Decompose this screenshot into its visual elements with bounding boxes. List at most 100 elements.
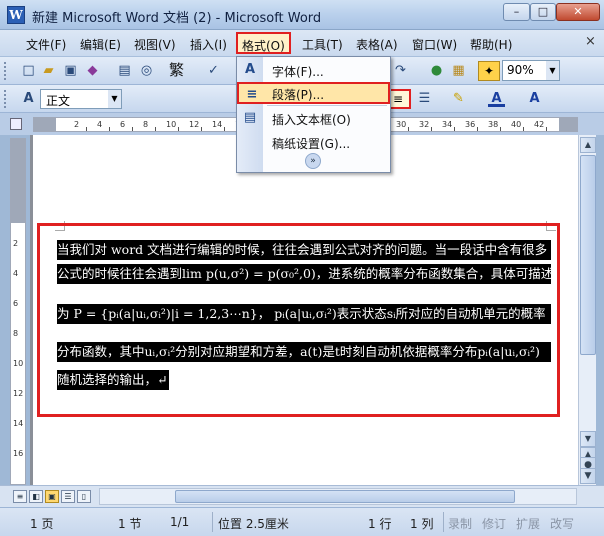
menu-tools[interactable]: 工具(T) [302,36,343,53]
menu-view[interactable]: 视图(V) [134,36,176,53]
menu-item-label: 字体(F)... [272,65,324,79]
tab-selector[interactable] [10,118,22,130]
ruler-margin-left [34,118,56,131]
status-overtype[interactable]: 改写 [550,515,574,532]
chevron-down-icon[interactable]: ▼ [108,90,121,108]
ruler-tick [178,127,179,131]
ruler-number: 10 [166,120,177,129]
ruler-number: 8 [143,120,149,129]
menu-edit[interactable]: 编辑(E) [80,36,121,53]
print-preview-icon[interactable]: ◎ [138,62,155,79]
permission-icon[interactable]: ◆ [84,62,101,79]
save-icon[interactable]: ▣ [62,62,79,79]
menu-help[interactable]: 帮助(H) [470,36,512,53]
toolbar-grip[interactable] [4,90,7,108]
next-page-icon[interactable]: ▼ [580,468,596,484]
ruler-tick [224,127,225,131]
minimize-button[interactable]: – [503,3,530,21]
ruler-number: 42 [534,120,545,129]
selected-text-line[interactable]: 公式的时候往往会遇到lim p(u,σ²) = p(σ₀²,0)，进系统的概率分… [57,264,551,284]
status-divider [443,512,444,532]
menu-window[interactable]: 窗口(W) [412,36,457,53]
menu-item-font[interactable]: A 字体(F)... [237,59,390,81]
scroll-down-icon[interactable]: ▼ [580,431,596,447]
ruler-number: 12 [189,120,200,129]
new-document-icon[interactable]: □ [20,62,37,79]
paragraph-icon: ≡ [246,87,258,102]
line-spacing-icon[interactable]: ☰ [416,90,433,107]
status-track-changes[interactable]: 修订 [482,515,506,532]
close-window-button[interactable]: ✕ [556,3,600,21]
ruler-tick [109,127,110,131]
reading-layout-view-icon[interactable]: ▯ [77,490,91,503]
scroll-thumb[interactable] [580,155,596,355]
selected-text-line[interactable]: 分布函数，其中uᵢ,σᵢ²分别对应期望和方差，a(t)是t时刻自动机依据概率分布… [57,342,551,362]
print-layout-icon[interactable]: ▣ [45,490,59,503]
chevron-down-icon[interactable]: ▼ [546,61,559,80]
normal-view-icon[interactable]: ≡ [13,490,27,503]
menu-item-paragraph[interactable]: ≡ 段落(P)... [237,82,390,104]
textbox-icon: ▤ [243,110,257,125]
font-color-icon[interactable]: A [488,90,505,107]
ruler-number: 30 [396,120,407,129]
ruler-number: 14 [212,120,223,129]
ruler-tick [523,127,524,131]
hscroll-thumb[interactable] [175,490,515,503]
menu-separator [267,105,387,106]
toolbar-grip[interactable] [4,62,7,80]
status-line: 1 行 [368,517,392,531]
ruler-number: 2 [74,120,80,129]
menu-format[interactable]: 格式(O) [236,32,291,54]
menu-file[interactable]: 文件(F) [26,36,66,53]
vruler-number: 2 [13,239,19,248]
highlight-icon[interactable]: ✎ [450,90,467,107]
ruler-tick [201,127,202,131]
window-title: 新建 Microsoft Word 文档 (2) - Microsoft Wor… [32,11,322,26]
style-select[interactable]: 正文 ▼ [40,89,122,109]
reading-layout-icon[interactable]: ✦ [478,61,500,81]
selected-text-line[interactable]: 为 P = {pᵢ(a|uᵢ,σᵢ²)|i = 1,2,3⋯n}， pᵢ(a|u… [57,304,551,324]
selected-text-line[interactable]: 当我们对 word 文档进行编辑的时候，往往会遇到公式对齐的问题。当一段话中含有… [57,240,551,260]
open-folder-icon[interactable]: ▰ [40,62,57,79]
character-shading-icon[interactable]: A [526,90,543,107]
expand-menu-icon[interactable]: » [305,153,321,169]
vertical-ruler[interactable]: 2 4 6 8 10 12 14 16 [10,138,26,485]
vruler-number: 12 [13,389,24,398]
traditional-chinese-icon[interactable]: 繁 [168,62,185,79]
selected-text-line[interactable]: 随机选择的输出，↵ [57,370,169,390]
print-icon[interactable]: ▤ [116,62,133,79]
ruler-tick [86,127,87,131]
close-document-icon[interactable]: × [585,34,596,49]
status-bar: 1 页 1 节 1/1 位置 2.5厘米 1 行 1 列 录制 修订 扩展 改写 [0,507,604,536]
status-section: 1 节 [118,517,142,531]
menu-table[interactable]: 表格(A) [356,36,398,53]
ruler-tick [132,127,133,131]
margin-corner-mark [546,221,556,231]
outline-view-icon[interactable]: ☰ [61,490,75,503]
vertical-scrollbar[interactable]: ▲ ▼ ▲ ● ▼ [578,135,596,485]
status-record[interactable]: 录制 [448,515,472,532]
spelling-icon[interactable]: ✓ [205,62,222,79]
tables-borders-icon[interactable]: ▦ [450,62,467,79]
menu-item-insert-textbox[interactable]: ▤ 插入文本框(O) [237,107,390,129]
ruler-number: 6 [120,120,126,129]
status-column: 1 列 [410,517,434,531]
web-layout-icon[interactable]: ◧ [29,490,43,503]
ruler-tick [454,127,455,131]
menu-insert[interactable]: 插入(I) [190,36,227,53]
menu-item-manuscript-settings[interactable]: 稿纸设置(G)... [237,131,390,153]
format-menu-dropdown: A 字体(F)... ≡ 段落(P)... ▤ 插入文本框(O) 稿纸设置(G)… [236,56,391,173]
vruler-number: 6 [13,299,19,308]
hyperlink-icon[interactable]: ● [428,62,445,79]
ruler-tick [477,127,478,131]
ruler-tick [431,127,432,131]
word-app-icon[interactable]: W [7,6,25,24]
ruler-tick [408,127,409,131]
horizontal-scrollbar[interactable] [99,488,577,505]
redo-icon[interactable]: ↷ [392,62,409,79]
scroll-up-icon[interactable]: ▲ [580,137,596,153]
zoom-select[interactable]: 90% ▼ [502,60,560,81]
maximize-button[interactable]: □ [530,3,556,21]
status-extend[interactable]: 扩展 [516,515,540,532]
styles-pane-icon[interactable]: A [20,90,37,107]
